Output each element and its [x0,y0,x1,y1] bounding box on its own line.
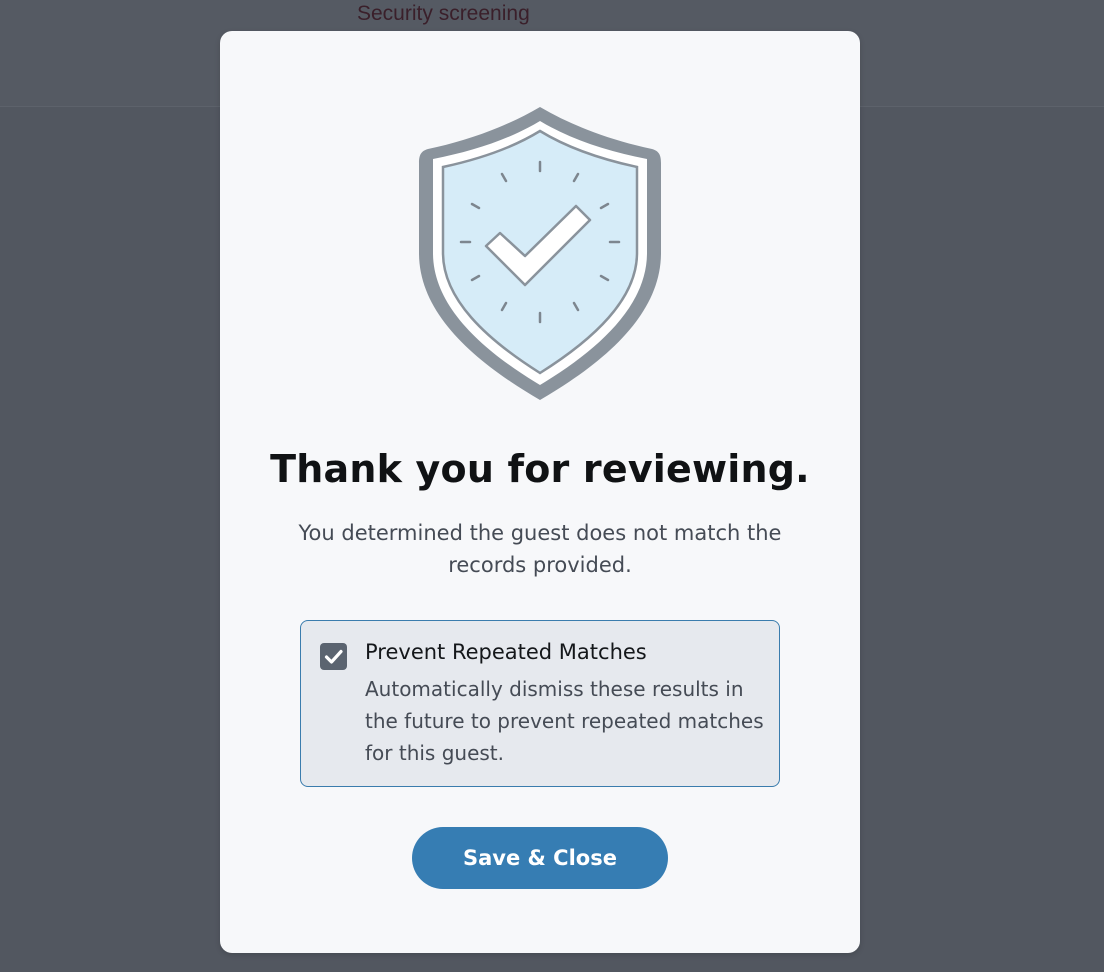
page-title: Security screening [357,2,530,25]
save-close-button[interactable]: Save & Close [412,827,668,889]
option-title: Prevent Repeated Matches [365,640,647,664]
option-description: Automatically dismiss these results in t… [365,677,764,765]
confirmation-dialog: Thank you for reviewing. You determined … [220,31,860,953]
dialog-description: You determined the guest does not match … [298,521,782,577]
dialog-title: Thank you for reviewing. [270,447,810,491]
shield-check-icon [419,107,661,400]
prevent-repeated-matches-checkbox[interactable] [320,643,347,670]
checkmark-icon [324,649,343,664]
prevent-repeated-matches-option[interactable]: Prevent Repeated Matches Automatically d… [300,620,780,787]
